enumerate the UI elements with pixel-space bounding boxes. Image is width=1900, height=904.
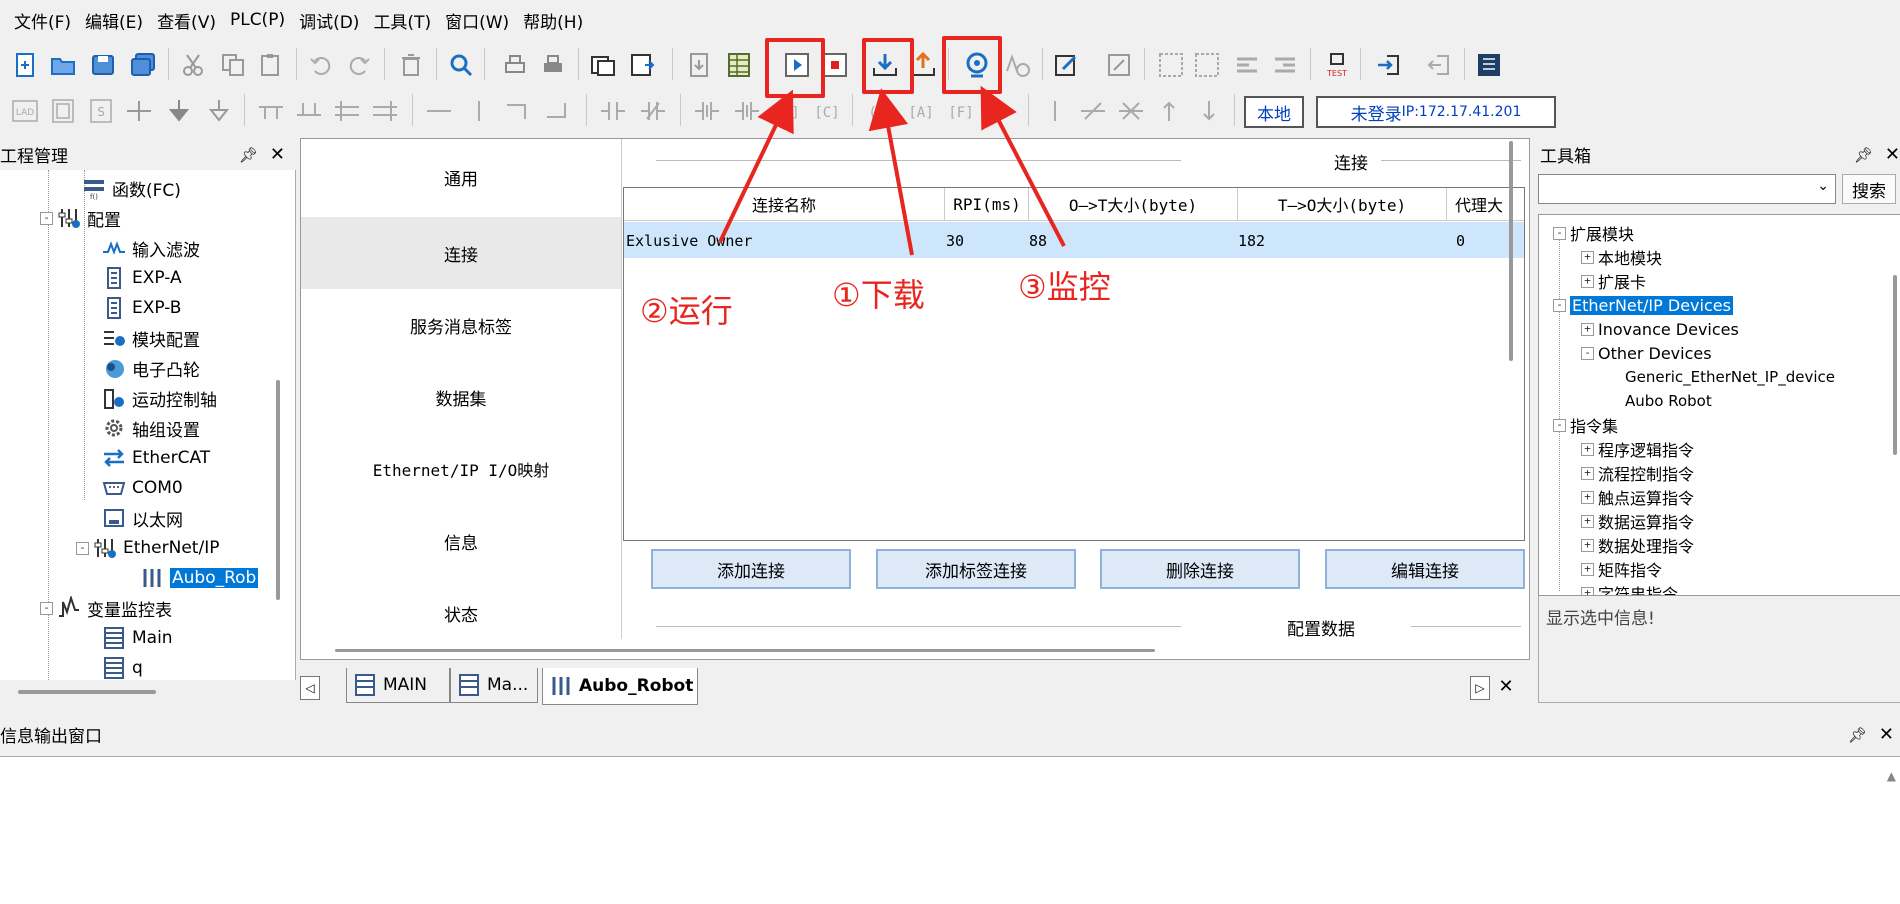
annotation-download: ①下载	[832, 276, 925, 314]
annotation-run: ②运行	[640, 292, 733, 330]
annotation-monitor: ③监控	[1018, 268, 1111, 306]
annotation-arrows	[718, 85, 1066, 256]
